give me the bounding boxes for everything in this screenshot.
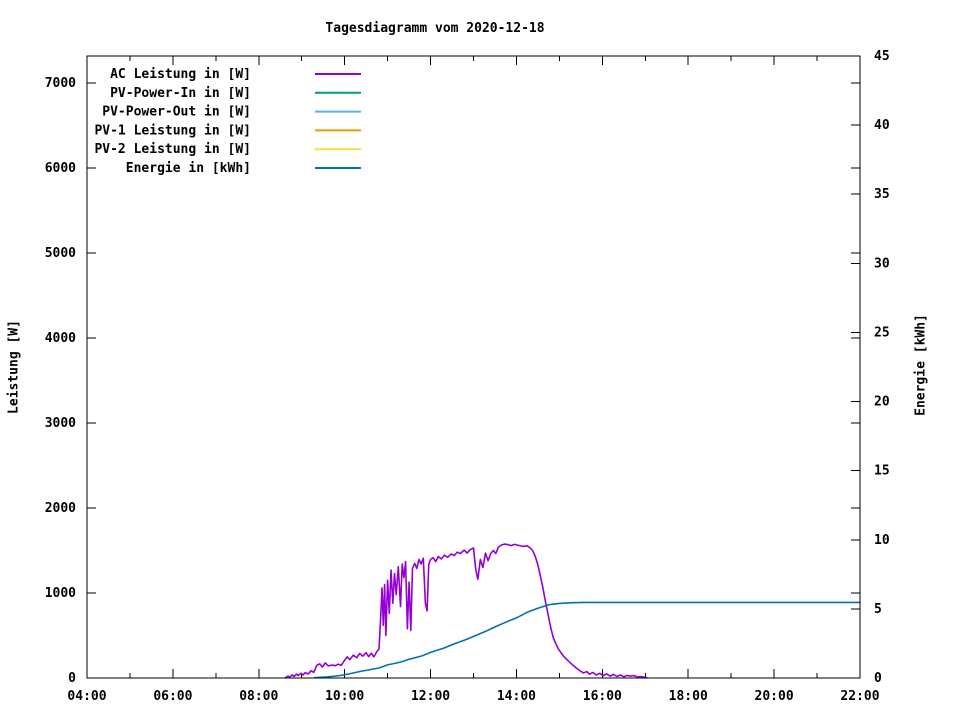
y2-tick-label: 0 — [874, 671, 882, 686]
y2-tick-label: 20 — [874, 395, 890, 410]
x-tick-label: 04:00 — [67, 689, 106, 704]
legend-label: PV-2 Leistung in [W] — [94, 142, 251, 157]
y2-tick-label: 40 — [874, 118, 890, 133]
y2-tick-label: 30 — [874, 256, 890, 271]
series-energie-in-kwh — [313, 601, 861, 679]
y2-axis-title: Energie [kWh] — [913, 314, 929, 416]
y2-tick-label: 5 — [874, 602, 882, 617]
y2-tick-label: 25 — [874, 325, 890, 340]
chart-title: Tagesdiagramm vom 2020-12-18 — [325, 21, 545, 36]
legend-label: PV-1 Leistung in [W] — [94, 123, 251, 138]
x-tick-label: 10:00 — [325, 689, 364, 704]
x-tick-label: 16:00 — [583, 689, 622, 704]
x-tick-label: 12:00 — [411, 689, 450, 704]
y2-tick-label: 10 — [874, 533, 890, 548]
legend-label: Energie in [kWh] — [126, 161, 251, 176]
chart-canvas: 04:00 06:00 08:00 10:00 12:00 14:00 16:00 18:00… — [0, 0, 960, 720]
x-tick-label: 08:00 — [239, 689, 278, 704]
y1-axis-title: Leistung [W] — [6, 320, 22, 414]
daily-diagram-plot: 04:00 06:00 08:00 10:00 12:00 14:00 16:00 18:00… — [45, 49, 890, 704]
legend-label: AC Leistung in [W] — [110, 67, 251, 82]
y1-tick-label: 0 — [68, 671, 76, 686]
y1-tick-label: 3000 — [45, 416, 76, 431]
x-tick-label: 18:00 — [669, 689, 708, 704]
y2-tick-label: 15 — [874, 464, 890, 479]
y2-tick-label: 35 — [874, 187, 890, 202]
legend-label: PV-Power-In in [W] — [110, 86, 251, 101]
y1-tick-label: 6000 — [45, 161, 76, 176]
x-tick-label: 14:00 — [497, 689, 536, 704]
y1-tick-label: 7000 — [45, 76, 76, 91]
series-ac-leistung-in-w — [284, 543, 648, 679]
y2-tick-label: 45 — [874, 49, 890, 64]
y1-tick-label: 4000 — [45, 331, 76, 346]
x-tick-label: 06:00 — [153, 689, 192, 704]
y1-tick-label: 1000 — [45, 586, 76, 601]
legend-label: PV-Power-Out in [W] — [102, 105, 251, 120]
x-tick-label: 20:00 — [755, 689, 794, 704]
y1-tick-label: 5000 — [45, 246, 76, 261]
y1-tick-label: 2000 — [45, 501, 76, 516]
x-tick-label: 22:00 — [840, 689, 879, 704]
